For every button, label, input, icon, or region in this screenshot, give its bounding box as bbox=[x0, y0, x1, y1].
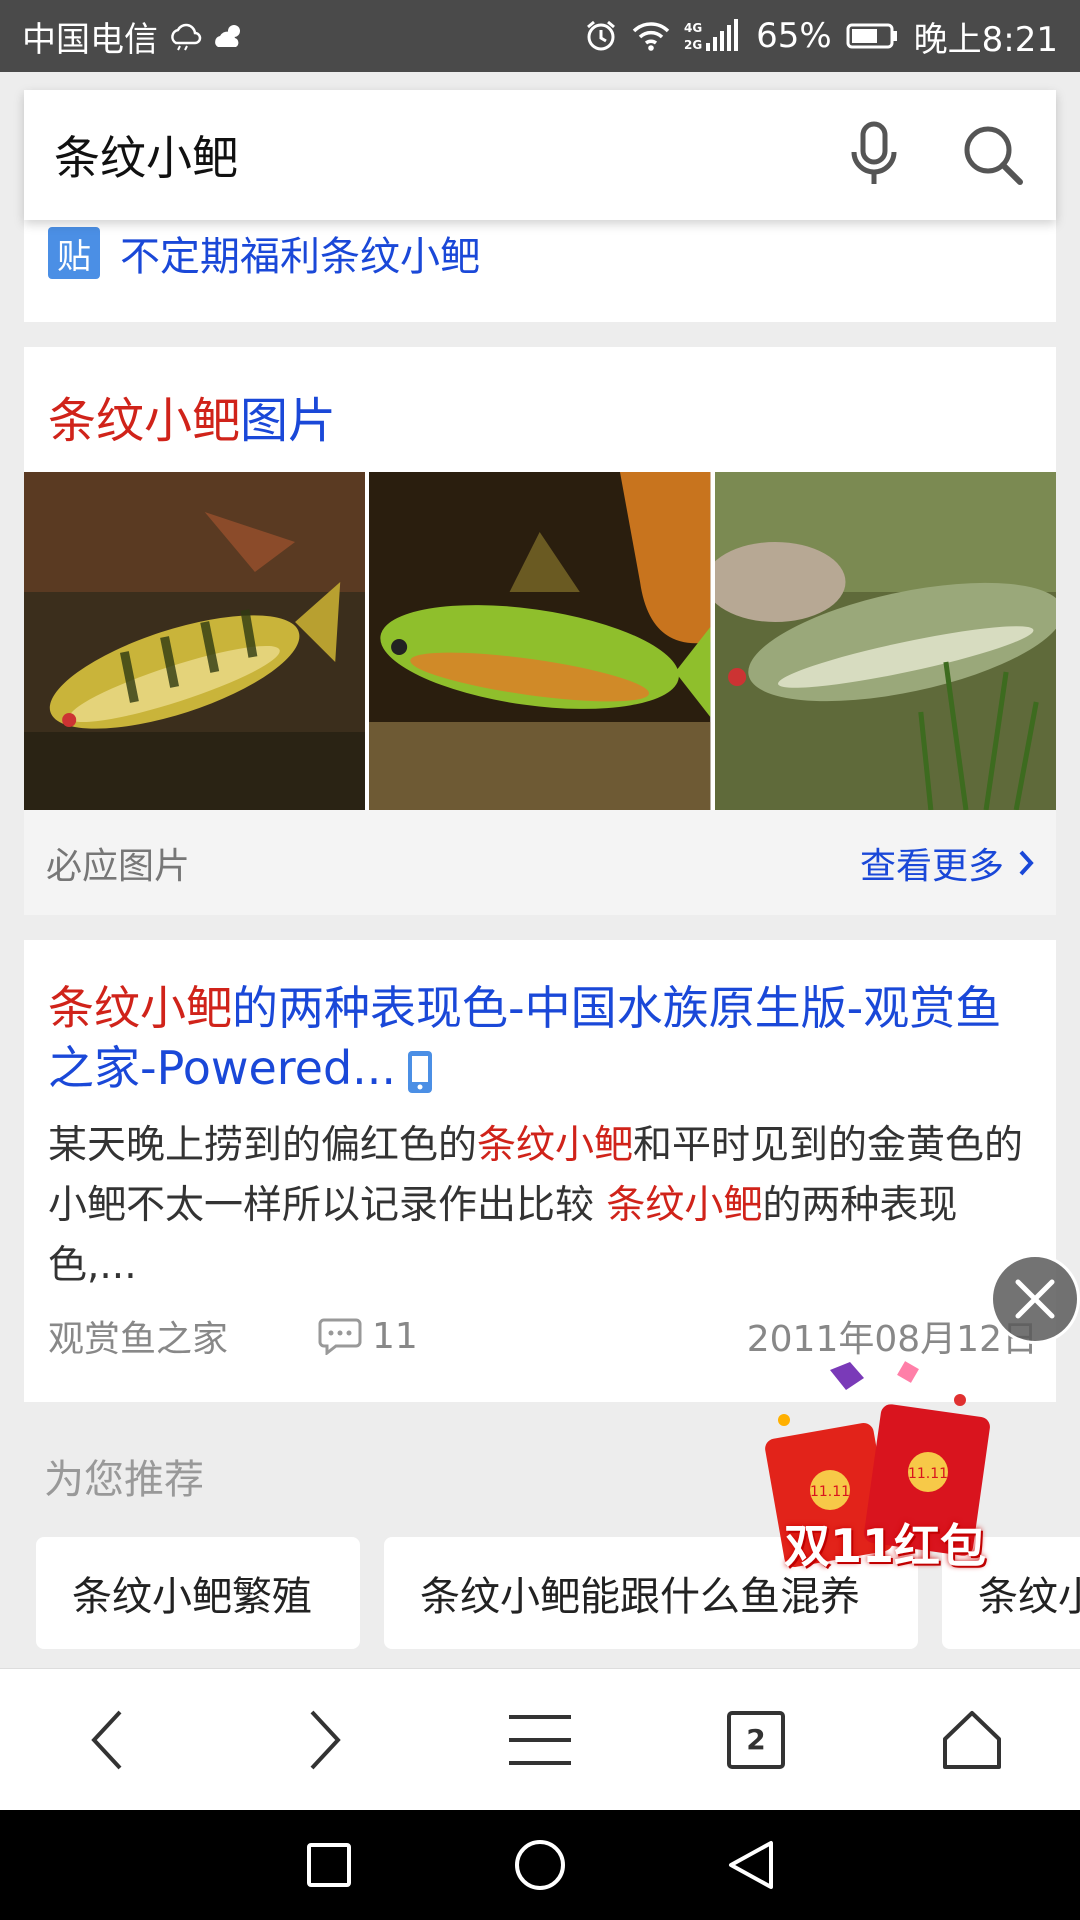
result-title-highlight: 条纹小鲃 bbox=[48, 981, 232, 1035]
close-icon bbox=[1015, 1279, 1055, 1319]
search-bar[interactable]: 条纹小鲃 bbox=[24, 90, 1056, 220]
comment-icon bbox=[318, 1318, 362, 1355]
weather-cloud-icon bbox=[168, 21, 202, 51]
images-footer: 必应图片 查看更多 bbox=[24, 810, 1056, 915]
browser-toolbar: 2 bbox=[0, 1668, 1080, 1810]
comments-group[interactable]: 11 bbox=[318, 1316, 418, 1357]
alarm-icon bbox=[584, 19, 618, 53]
svg-text:4G: 4G bbox=[684, 21, 702, 35]
back-triangle-icon[interactable] bbox=[727, 1839, 775, 1891]
result-site: 观赏鱼之家 bbox=[48, 1319, 229, 1360]
tabs-button[interactable]: 2 bbox=[701, 1685, 811, 1795]
promo-text: 双11红包 bbox=[783, 1519, 986, 1573]
images-card: 条纹小鲃图片 必应图片 查看更多 bbox=[24, 347, 1056, 915]
clock: 晚上8:21 bbox=[913, 19, 1058, 60]
signal-icon: 4G 2G bbox=[684, 19, 742, 53]
back-button[interactable] bbox=[53, 1685, 163, 1795]
recommend-chip[interactable]: 条纹小鲃繁殖 bbox=[36, 1537, 360, 1649]
tab-count: 2 bbox=[746, 1723, 766, 1756]
battery-icon bbox=[846, 22, 900, 50]
double11-promo[interactable]: 11.11 11.11 双11红包 bbox=[760, 1360, 1010, 1590]
mobile-page-icon bbox=[408, 1050, 433, 1093]
wifi-icon bbox=[632, 20, 670, 52]
search-icon[interactable] bbox=[960, 122, 1026, 188]
recents-icon[interactable] bbox=[305, 1841, 353, 1889]
search-input[interactable]: 条纹小鲃 bbox=[54, 122, 844, 188]
result-title[interactable]: 条纹小鲃的两种表现色-中国水族原生版-观赏鱼之家-Powered... bbox=[48, 978, 1038, 1098]
envelope-label: 11.11 bbox=[810, 1484, 850, 1500]
carrier-group: 中国电信 bbox=[22, 12, 248, 61]
images-card-title[interactable]: 条纹小鲃图片 bbox=[48, 381, 336, 451]
view-more-link[interactable]: 查看更多 bbox=[860, 837, 1034, 889]
view-more-label: 查看更多 bbox=[859, 845, 1004, 887]
result-card: 条纹小鲃的两种表现色-中国水族原生版-观赏鱼之家-Powered... 某天晚上… bbox=[24, 940, 1056, 1402]
home-icon bbox=[943, 1710, 1001, 1769]
snippet-highlight-1: 条纹小鲃 bbox=[477, 1123, 634, 1168]
status-bar: 中国电信 4G 2G 65% 晚上8:21 bbox=[0, 0, 1080, 72]
chevron-right-icon bbox=[310, 1710, 341, 1769]
weather-partly-cloudy-icon bbox=[212, 21, 248, 51]
images-title-rest: 图片 bbox=[240, 393, 337, 449]
hamburger-menu-icon bbox=[509, 1714, 571, 1765]
fish-image-3[interactable] bbox=[714, 472, 1056, 810]
fish-image-2[interactable] bbox=[369, 472, 711, 810]
battery-percent: 65% bbox=[756, 16, 832, 56]
images-source: 必应图片 bbox=[46, 845, 191, 887]
result-snippet: 某天晚上捞到的偏红色的条纹小鲃和平时见到的金黄色的小鲃不太一样所以记录作出比较 … bbox=[48, 1116, 1038, 1296]
envelope-label: 11.11 bbox=[908, 1466, 948, 1482]
snippet-highlight-2: 条纹小鲃 bbox=[606, 1183, 763, 1228]
images-title-highlight: 条纹小鲃 bbox=[48, 393, 241, 449]
home-button[interactable] bbox=[917, 1685, 1027, 1795]
home-circle-icon[interactable] bbox=[513, 1838, 567, 1892]
recommend-title: 为您推荐 bbox=[44, 1457, 204, 1503]
system-nav-bar bbox=[0, 1810, 1080, 1920]
forward-button[interactable] bbox=[269, 1685, 379, 1795]
carrier-name: 中国电信 bbox=[22, 19, 158, 60]
microphone-icon[interactable] bbox=[844, 120, 904, 190]
tieba-link-row[interactable]: 贴 不定期福利条纹小鲃 bbox=[48, 224, 480, 282]
image-strip bbox=[24, 472, 1056, 810]
snippet-part-1: 某天晚上捞到的偏红色的 bbox=[48, 1123, 478, 1168]
tieba-badge: 贴 bbox=[48, 227, 100, 279]
status-icons: 4G 2G 65% 晚上8:21 bbox=[584, 12, 1058, 61]
close-promo-button[interactable] bbox=[990, 1254, 1080, 1344]
comment-count: 11 bbox=[372, 1315, 418, 1357]
chevron-left-icon bbox=[91, 1710, 122, 1769]
fish-image-1[interactable] bbox=[24, 472, 366, 810]
svg-text:2G: 2G bbox=[684, 38, 702, 52]
chevron-right-icon bbox=[1019, 850, 1034, 875]
menu-button[interactable] bbox=[485, 1685, 595, 1795]
result-meta: 观赏鱼之家 11 2011年08月12日 bbox=[48, 1310, 1038, 1362]
tieba-link[interactable]: 不定期福利条纹小鲃 bbox=[120, 224, 480, 282]
